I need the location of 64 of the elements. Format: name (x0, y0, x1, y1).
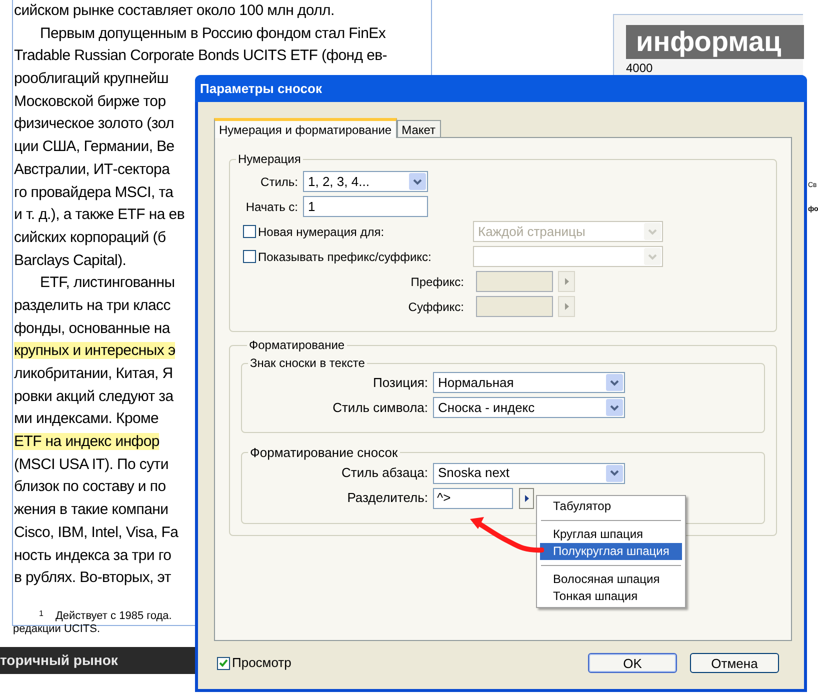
text-line: жения в такие компани (14, 501, 168, 518)
field-label: Префикс: (410, 274, 464, 290)
text-line: сийском рынке составляет около 100 млн долл. (14, 2, 334, 19)
menu-arrow-button[interactable] (519, 488, 534, 508)
dropdown-field[interactable]: Snoska next (433, 462, 625, 484)
triangle-icon (564, 303, 568, 310)
field-label: Суффикс: (407, 298, 464, 316)
menu-item[interactable]: Круглая шпация (540, 526, 682, 543)
footnote-text: редакции UCITS. (13, 622, 102, 636)
text-line: фонды, основанные на (14, 320, 170, 337)
triangle-icon (524, 494, 528, 502)
text-line: сийских корпораций (б (14, 228, 166, 246)
text-line: (MSCI USA IT). По сути (14, 456, 168, 473)
text-line: Первым допущенным в Россию фондом стал FinEx (40, 24, 386, 42)
checkbox-label[interactable]: Просмотр (232, 653, 292, 673)
field-label: Стиль: (260, 174, 298, 190)
text-line: близок по составу и по (14, 478, 166, 496)
group-title: Форматирование (248, 337, 346, 354)
dropdown-field[interactable]: 1, 2, 3, 4... (303, 171, 428, 192)
menu-item[interactable]: Тонкая шпация (540, 588, 682, 605)
text-line: ровки акций следуют за (14, 388, 174, 405)
text-line: и т. д.), а также ETF на ев (14, 206, 185, 224)
field-label: Стиль символа: (332, 398, 428, 417)
input-field[interactable]: ^> (433, 488, 513, 508)
text-line: разделить на три класс (14, 296, 170, 314)
text-line: Австралии, ИТ-сектора (14, 160, 170, 178)
number-text: 4000 (626, 62, 654, 75)
banner: информац (626, 25, 804, 59)
text-line: ми индексами. Кроме (14, 410, 159, 428)
dialog-button[interactable]: Отмена (690, 653, 779, 673)
text-line: Barclays Capital). (14, 252, 126, 269)
field-label: Разделитель: (346, 489, 428, 508)
text-line: в рублях. Во-вторых, эт (14, 569, 171, 586)
field-label: Стиль абзаца: (340, 464, 428, 482)
footnote-text: Действует с 1985 года. (55, 608, 172, 623)
text-line: ETF, листингованны (40, 274, 175, 292)
text-line: рооблигаций крупнейш (14, 70, 168, 88)
group-title: Знак сноски в тексте (249, 355, 366, 372)
group-title: Нумерация (237, 151, 302, 168)
menu-item[interactable]: Табулятор (540, 498, 682, 515)
section-bar: торичный рынок (0, 647, 195, 674)
text-line: го провайдера MSCI, та (14, 184, 174, 200)
tab[interactable]: Нумерация и форматирование (214, 118, 397, 138)
dropdown-field[interactable]: Нормальная (433, 372, 625, 393)
input-field[interactable]: 1 (303, 196, 428, 217)
dropdown-field[interactable]: Сноска - индекс (433, 397, 625, 418)
menu-item[interactable]: Полукруглая шпация (540, 543, 682, 560)
checkbox[interactable] (217, 656, 230, 670)
triangle-icon (564, 278, 568, 285)
footnote-mark: 1 (39, 608, 44, 619)
text-line: ность индекса за три го (14, 546, 172, 564)
tab[interactable]: Макет (396, 120, 441, 137)
group-title: Форматирование сносок (249, 444, 399, 462)
dialog-button[interactable]: OK (588, 653, 677, 673)
field-label: Начать с: (244, 198, 298, 216)
text-line: ликобритании, Китая, Я (14, 365, 173, 382)
text-line: физическое золото (зол (14, 115, 174, 132)
text-line: Московской бирже тор (14, 92, 166, 110)
text-line: Cisco, IBM, Intel, Visa, Fa (14, 524, 178, 541)
text-line: ции США, Германии, Ве (14, 138, 174, 156)
field-label: Позиция: (372, 374, 428, 392)
menu-item[interactable]: Волосяная шпация (540, 571, 682, 588)
text-line: Tradable Russian Corporate Bonds UCITS ETF (фонд ев- (14, 47, 387, 64)
window-title: Параметры сносок (200, 80, 322, 98)
